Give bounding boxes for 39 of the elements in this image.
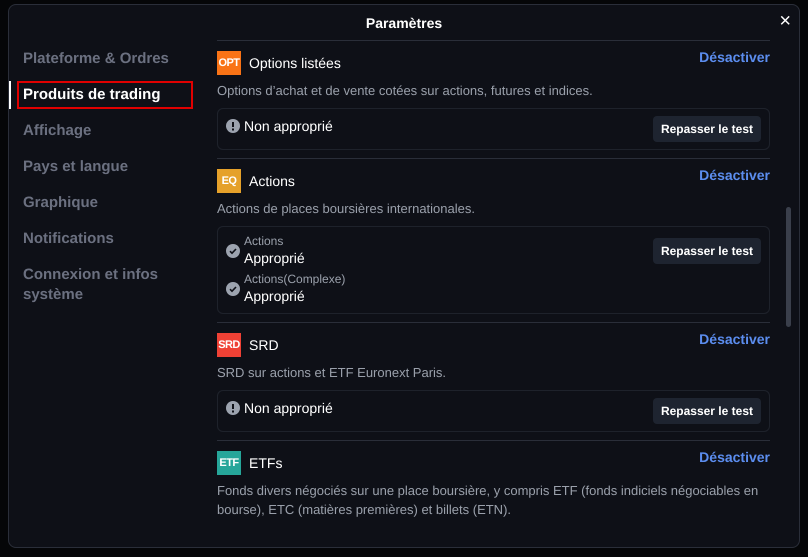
- status-text: Non approprié: [244, 117, 333, 136]
- window-title: Paramètres: [366, 14, 442, 32]
- check-icon: [226, 282, 240, 296]
- retest-button[interactable]: Repasser le test: [652, 238, 761, 264]
- product-name: Actions: [249, 172, 295, 190]
- sidebar-item[interactable]: Connexion et infos système: [17, 261, 193, 309]
- product-badge: ETF: [217, 451, 241, 475]
- warning-icon: [226, 401, 240, 415]
- sidebar-item[interactable]: Plateforme & Ordres: [17, 45, 193, 73]
- deactivate-link[interactable]: Désactiver: [699, 165, 770, 186]
- status-text: Approprié: [244, 249, 305, 268]
- sidebar-item[interactable]: Notifications: [17, 225, 193, 253]
- product-description: Options d’achat et de vente cotées sur actions, futures et indices.: [217, 82, 594, 100]
- retest-button[interactable]: Repasser le test: [652, 398, 761, 424]
- product-description: Actions de places boursières internationales.: [217, 200, 476, 218]
- warning-icon: [226, 119, 240, 133]
- status-text: Approprié: [244, 287, 306, 306]
- sidebar-item[interactable]: Graphique: [17, 189, 193, 217]
- close-button[interactable]: ×: [779, 9, 791, 33]
- sidebar-item[interactable]: Affichage: [17, 117, 193, 145]
- deactivate-link[interactable]: Désactiver: [699, 47, 770, 68]
- product-name: ETFs: [249, 454, 282, 472]
- product-description: SRD sur actions et ETF Euronext Paris.: [217, 364, 448, 382]
- product-badge: SRD: [217, 333, 241, 357]
- product-badge: EQ: [217, 169, 241, 193]
- retest-button[interactable]: Repasser le test: [652, 116, 761, 142]
- deactivate-link[interactable]: Désactiver: [699, 447, 770, 468]
- status-text: Non approprié: [244, 399, 333, 418]
- sidebar-item[interactable]: Pays et langue: [17, 153, 193, 181]
- category-label: Actions(Complexe): [244, 272, 346, 286]
- product-name: SRD: [249, 336, 279, 354]
- product-description: Fonds divers négociés sur une place boursière, y compris ETF (fonds indiciels négociables en bourse), ETC (matières premières) et billets (ETN).: [217, 482, 760, 519]
- check-icon: [226, 244, 240, 258]
- product-badge: OPT: [217, 51, 241, 75]
- product-name: Options listées: [249, 54, 341, 73]
- scrollbar[interactable]: [786, 207, 791, 327]
- deactivate-link[interactable]: Désactiver: [699, 329, 770, 350]
- sidebar-item[interactable]: Produits de trading: [17, 81, 193, 109]
- category-label: Actions: [244, 234, 284, 248]
